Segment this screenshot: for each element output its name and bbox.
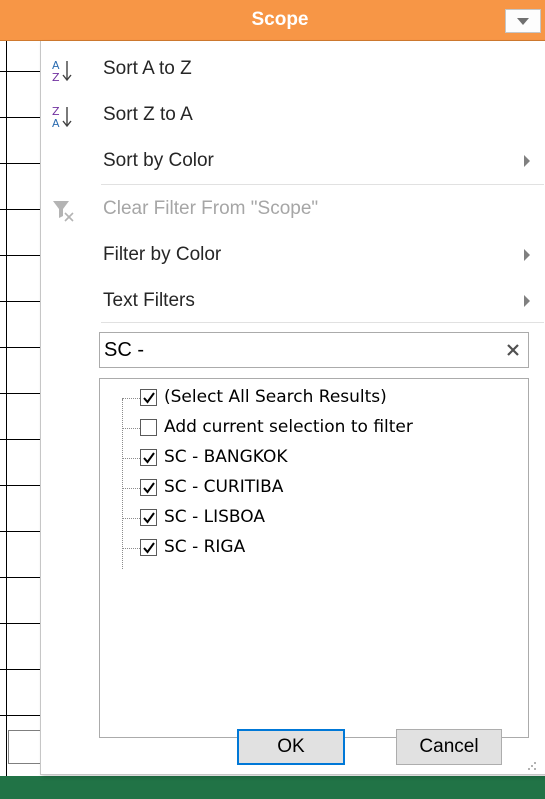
- menu-item-filter-by-color[interactable]: Filter by Color: [41, 232, 544, 278]
- list-item[interactable]: SC - LISBOA: [100, 503, 528, 533]
- clear-search-button[interactable]: [498, 333, 528, 367]
- submenu-arrow-icon: [524, 295, 530, 307]
- dropdown-arrow-icon: [517, 17, 529, 25]
- list-item-label: SC - RIGA: [164, 537, 246, 557]
- column-gridlines: [0, 41, 40, 776]
- cancel-button[interactable]: Cancel: [396, 729, 502, 765]
- list-item[interactable]: SC - BANGKOK: [100, 443, 528, 473]
- ok-button[interactable]: OK: [237, 729, 345, 765]
- checkmark-icon: [143, 542, 155, 554]
- status-bar: [0, 776, 545, 799]
- list-item[interactable]: SC - CURITIBA: [100, 473, 528, 503]
- checkbox-item[interactable]: [140, 509, 157, 526]
- checkmark-icon: [143, 482, 155, 494]
- checkmark-icon: [143, 452, 155, 464]
- submenu-arrow-icon: [524, 249, 530, 261]
- menu-separator: [101, 322, 544, 323]
- filter-values-list: (Select All Search Results) Add current …: [99, 378, 529, 738]
- list-item-label: SC - LISBOA: [164, 507, 265, 527]
- svg-text:Z: Z: [52, 71, 60, 84]
- menu-item-label: Sort Z to A: [103, 104, 193, 125]
- clear-search-icon: [507, 344, 519, 356]
- menu-item-label: Sort A to Z: [103, 58, 192, 79]
- checkbox-item[interactable]: [140, 539, 157, 556]
- search-box: [99, 332, 529, 368]
- submenu-arrow-icon: [524, 155, 530, 167]
- cell-input-box[interactable]: [8, 730, 40, 764]
- list-item-label: Add current selection to filter: [164, 417, 413, 437]
- filter-dropdown-button[interactable]: [505, 9, 541, 33]
- menu-item-text-filters[interactable]: Text Filters: [41, 278, 544, 324]
- clear-filter-icon: [51, 198, 75, 222]
- menu-item-label: Text Filters: [103, 290, 195, 311]
- menu-item-sort-z-to-a[interactable]: Z A Sort Z to A: [41, 92, 544, 138]
- menu-item-label: Clear Filter From "Scope": [103, 198, 319, 219]
- list-item-label: (Select All Search Results): [164, 387, 387, 407]
- filter-menu: A Z Sort A to Z Z A Sort Z to A Sort by …: [40, 41, 545, 775]
- checkmark-icon: [143, 392, 155, 404]
- list-item-label: SC - CURITIBA: [164, 477, 284, 497]
- menu-item-clear-filter: Clear Filter From "Scope": [41, 186, 544, 232]
- menu-separator: [101, 184, 544, 185]
- menu-item-sort-by-color[interactable]: Sort by Color: [41, 138, 544, 184]
- menu-item-label: Filter by Color: [103, 244, 222, 265]
- checkbox-select-all[interactable]: [140, 389, 157, 406]
- sort-z-to-a-icon: Z A: [51, 104, 75, 130]
- checkmark-icon: [143, 512, 155, 524]
- search-input[interactable]: [102, 335, 496, 365]
- column-header-title: Scope: [251, 9, 309, 30]
- menu-item-label: Sort by Color: [103, 150, 214, 171]
- column-header-cell: Scope: [0, 0, 545, 41]
- list-item[interactable]: (Select All Search Results): [100, 383, 528, 413]
- sort-a-to-z-icon: A Z: [51, 58, 75, 84]
- resize-grip-icon[interactable]: [527, 758, 537, 770]
- checkbox-item[interactable]: [140, 479, 157, 496]
- checkbox-add-to-filter[interactable]: [140, 419, 157, 436]
- svg-text:A: A: [52, 117, 60, 130]
- menu-item-sort-a-to-z[interactable]: A Z Sort A to Z: [41, 46, 544, 92]
- list-item[interactable]: Add current selection to filter: [100, 413, 528, 443]
- list-item-label: SC - BANGKOK: [164, 447, 288, 467]
- checkbox-item[interactable]: [140, 449, 157, 466]
- list-item[interactable]: SC - RIGA: [100, 533, 528, 563]
